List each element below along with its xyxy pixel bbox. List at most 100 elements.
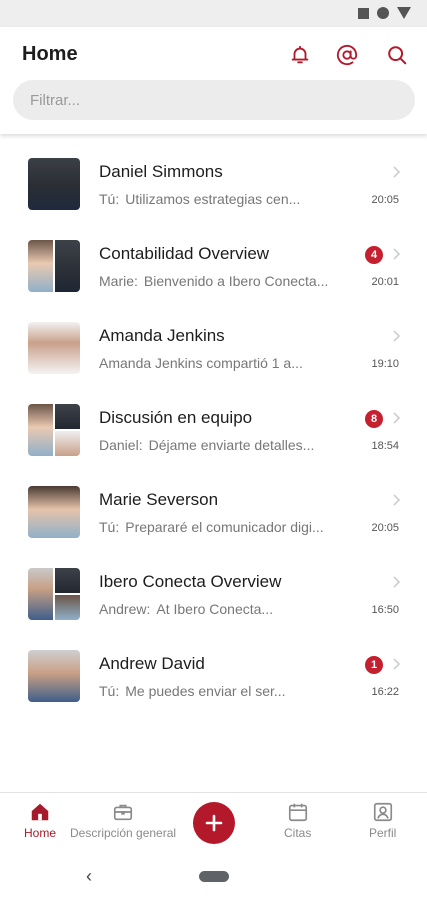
group-avatar: [28, 568, 80, 620]
nav-profile[interactable]: Perfil: [369, 801, 396, 840]
chat-time: 16:22: [371, 686, 399, 698]
chat-message: Bienvenido a Ibero Conecta...: [143, 273, 329, 289]
stop-icon: [358, 7, 369, 19]
avatar: [28, 158, 80, 210]
chat-preview: Daniel: Déjame enviarte detalles...: [99, 437, 357, 453]
chevron-right-icon: [391, 657, 401, 670]
unread-badge: 1: [365, 656, 383, 674]
chat-name: Contabilidad Overview: [99, 244, 270, 263]
chat-sender: Tú:: [99, 519, 120, 535]
status-icons: [358, 7, 411, 19]
at-icon[interactable]: [333, 41, 361, 69]
bottom-nav: Home Descripción general Citas Perfil: [0, 792, 427, 852]
chat-message: Me puedes enviar el ser...: [125, 683, 286, 699]
home-icon: [31, 803, 49, 821]
chat-sender: Tú:: [99, 683, 120, 699]
person-photo: [28, 322, 80, 374]
briefcase-icon: [113, 804, 133, 821]
chat-message: Prepararé el comunicador digi...: [125, 519, 324, 535]
chat-list: Daniel Simmons Tú: Utilizamos estrategias…: [0, 142, 427, 716]
chat-time: 20:05: [371, 522, 399, 534]
page-title: Home: [22, 43, 78, 65]
record-icon: [377, 7, 389, 19]
calendar-icon: [288, 803, 307, 822]
avatar: [28, 322, 80, 374]
system-nav-bar: ‹: [0, 852, 427, 900]
person-photo: [28, 240, 53, 292]
person-photo: [28, 158, 80, 210]
person-photo: [55, 568, 80, 593]
chat-name: Andrew David: [99, 654, 205, 673]
chat-time: 19:10: [371, 358, 399, 370]
chat-name: Daniel Simmons: [99, 162, 223, 181]
search-icon[interactable]: [383, 41, 411, 69]
chat-preview: Tú: Me puedes enviar el ser...: [99, 683, 357, 699]
group-avatar: [28, 404, 80, 456]
chat-time: 20:05: [371, 194, 399, 206]
chevron-right-icon: [391, 575, 401, 588]
chat-message: Utilizamos estrategias cen...: [125, 191, 301, 207]
nav-home-label: Home: [24, 826, 57, 840]
chat-row-marie-severson[interactable]: Marie Severson Tú: Prepararé el comunicad…: [0, 470, 427, 552]
add-button[interactable]: [193, 802, 235, 844]
chat-preview: Amanda Jenkins compartió 1 a...: [99, 355, 357, 371]
chat-row-daniel-simmons[interactable]: Daniel Simmons Tú: Utilizamos estrategias…: [0, 142, 427, 224]
person-photo: [55, 404, 80, 429]
nav-profile-label: Perfil: [369, 826, 397, 840]
chat-row-andrew-david[interactable]: Andrew David Tú: Me puedes enviar el ser.…: [0, 634, 427, 716]
person-photo: [28, 568, 53, 620]
chevron-right-icon: [391, 247, 401, 260]
back-icon[interactable]: ‹: [86, 866, 92, 887]
nav-appointments-label: Citas: [284, 826, 312, 840]
chat-sender: Marie:: [99, 273, 138, 289]
person-photo: [55, 240, 80, 292]
avatar: [28, 650, 80, 702]
avatar: [28, 486, 80, 538]
chat-name: Marie Severson: [99, 490, 219, 509]
chat-sender: Tú:: [99, 191, 120, 207]
nav-appointments[interactable]: Citas: [284, 801, 311, 840]
unread-badge: 4: [365, 246, 383, 264]
chevron-right-icon: [391, 493, 401, 506]
chat-preview: Marie: Bienvenido a Ibero Conecta...: [99, 273, 357, 289]
chevron-right-icon: [391, 329, 401, 342]
chat-time: 16:50: [371, 604, 399, 616]
profile-icon: [373, 802, 392, 822]
person-photo: [55, 595, 80, 620]
chat-name: Discusión en equipo: [99, 408, 253, 427]
chevron-right-icon: [391, 165, 401, 178]
bell-icon[interactable]: [286, 41, 314, 69]
person-photo: [28, 486, 80, 538]
plus-icon: [205, 814, 223, 832]
chat-time: 20:01: [371, 276, 399, 288]
person-photo: [28, 404, 53, 456]
home-pill[interactable]: [199, 871, 229, 882]
nav-overview[interactable]: Descripción general: [70, 801, 176, 840]
signal-icon: [397, 7, 411, 19]
nav-overview-label: Descripción general: [70, 826, 177, 840]
person-photo: [55, 431, 80, 456]
person-photo: [28, 650, 80, 702]
chat-preview: Tú: Prepararé el comunicador digi...: [99, 519, 357, 535]
search-input[interactable]: [13, 80, 415, 120]
chat-message: Amanda Jenkins compartió 1 a...: [99, 355, 303, 371]
chat-name: Ibero Conecta Overview: [99, 572, 282, 591]
chat-preview: Tú: Utilizamos estrategias cen...: [99, 191, 357, 207]
chat-sender: Daniel:: [99, 437, 143, 453]
nav-home[interactable]: Home: [24, 801, 56, 840]
chat-message: At Ibero Conecta...: [156, 601, 274, 617]
chevron-right-icon: [391, 411, 401, 424]
chat-row-ibero-conecta-overview[interactable]: Ibero Conecta Overview Andrew: At Ibero C…: [0, 552, 427, 634]
chat-name: Amanda Jenkins: [99, 326, 225, 345]
app-header: Home: [0, 27, 427, 134]
chat-row-amanda-jenkins[interactable]: Amanda Jenkins Amanda Jenkins compartió …: [0, 306, 427, 388]
chat-message: Déjame enviarte detalles...: [148, 437, 315, 453]
chat-sender: Andrew:: [99, 601, 151, 617]
unread-badge: 8: [365, 410, 383, 428]
chat-preview: Andrew: At Ibero Conecta...: [99, 601, 357, 617]
group-avatar: [28, 240, 80, 292]
status-bar: [0, 0, 427, 27]
chat-row-discusion-en-equipo[interactable]: Discusión en equipo Daniel: Déjame enviar…: [0, 388, 427, 470]
chat-time: 18:54: [371, 440, 399, 452]
chat-row-contabilidad-overview[interactable]: Contabilidad Overview Marie: Bienvenido a…: [0, 224, 427, 306]
